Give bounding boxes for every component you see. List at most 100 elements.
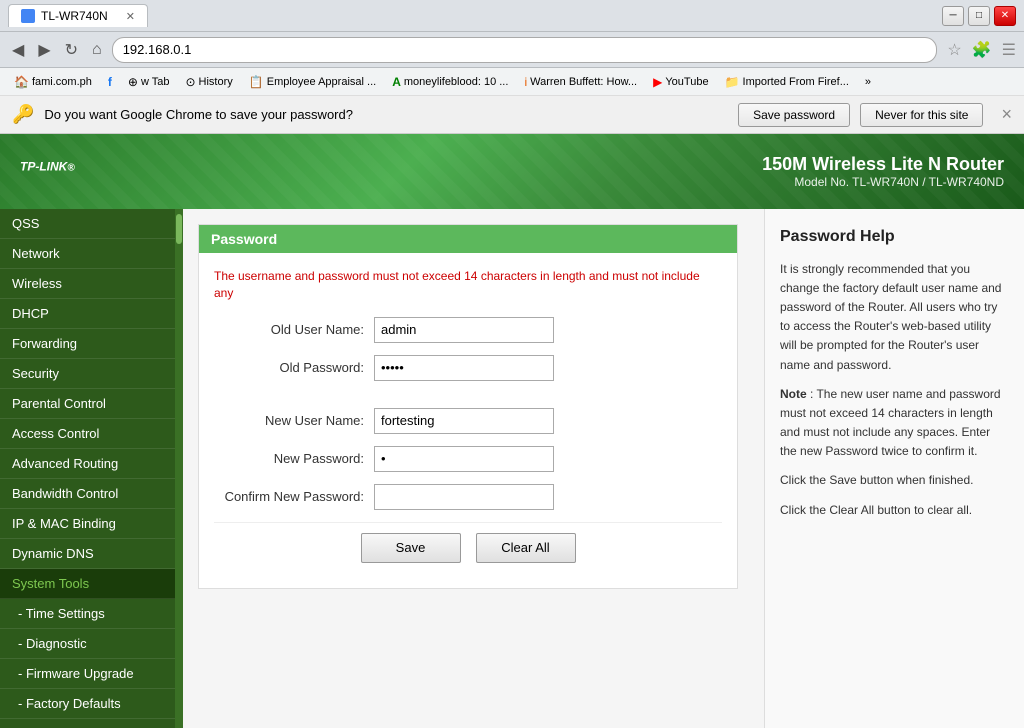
bookmark-label: Warren Buffett: How... <box>530 76 637 88</box>
bookmark-fb[interactable]: f <box>102 73 118 91</box>
scrollbar-thumb[interactable] <box>176 214 182 244</box>
sidebar-item-firmware[interactable]: - Firmware Upgrade <box>0 659 175 689</box>
sidebar-item-network[interactable]: Network <box>0 239 175 269</box>
router-page: TP-LINK® 150M Wireless Lite N Router Mod… <box>0 134 1024 728</box>
sidebar-item-time-settings[interactable]: - Time Settings <box>0 599 175 629</box>
bookmark-favicon: 🏠 <box>14 75 29 89</box>
bookmark-label: moneylifeblood: 10 ... <box>404 76 509 88</box>
sidebar-item-wireless[interactable]: Wireless <box>0 269 175 299</box>
bookmarks-bar: 🏠 fami.com.ph f ⊕ w Tab ⊙ History 📋 Empl… <box>0 68 1024 96</box>
old-username-label: Old User Name: <box>214 322 374 337</box>
address-bar[interactable] <box>112 37 938 63</box>
maximize-button[interactable]: □ <box>968 6 990 26</box>
old-password-input[interactable] <box>374 355 554 381</box>
new-username-group: New User Name: <box>214 408 722 434</box>
new-username-label: New User Name: <box>214 413 374 428</box>
forward-button[interactable]: ▶ <box>34 38 54 62</box>
sidebar-item-diagnostic[interactable]: - Diagnostic <box>0 629 175 659</box>
bookmark-more[interactable]: » <box>859 74 877 90</box>
help-panel: Password Help It is strongly recommended… <box>764 209 1024 728</box>
sidebar: QSS Network Wireless DHCP Forwarding Sec… <box>0 209 175 728</box>
help-clear-hint: Click the Clear All button to clear all. <box>780 501 1009 520</box>
password-save-banner: 🔑 Do you want Google Chrome to save your… <box>0 96 1024 134</box>
bookmark-label: w Tab <box>141 76 170 88</box>
sidebar-item-parental[interactable]: Parental Control <box>0 389 175 419</box>
save-password-button[interactable]: Save password <box>738 103 850 127</box>
save-button[interactable]: Save <box>361 533 461 563</box>
sidebar-item-backup[interactable]: - Backup & Restore <box>0 719 175 728</box>
window-controls: ─ □ ✕ <box>942 6 1016 26</box>
help-save-hint: Click the Save button when finished. <box>780 471 1009 490</box>
new-username-input[interactable] <box>374 408 554 434</box>
help-paragraph1: It is strongly recommended that you chan… <box>780 260 1009 375</box>
browser-tab[interactable]: TL-WR740N ✕ <box>8 4 148 27</box>
bookmark-label: Employee Appraisal ... <box>267 76 376 88</box>
sidebar-item-dynamic-dns[interactable]: Dynamic DNS <box>0 539 175 569</box>
bookmark-youtube[interactable]: ▶ YouTube <box>647 73 714 91</box>
sidebar-item-security[interactable]: Security <box>0 359 175 389</box>
bookmark-fami[interactable]: 🏠 fami.com.ph <box>8 73 98 91</box>
sidebar-item-factory[interactable]: - Factory Defaults <box>0 689 175 719</box>
banner-text: Do you want Google Chrome to save your p… <box>44 107 728 122</box>
banner-close-button[interactable]: × <box>1001 104 1012 125</box>
content-wrapper: QSS Network Wireless DHCP Forwarding Sec… <box>0 209 1024 728</box>
sidebar-item-advanced-routing[interactable]: Advanced Routing <box>0 449 175 479</box>
tab-title: TL-WR740N <box>41 9 108 23</box>
form-spacer <box>214 393 722 408</box>
bookmark-appraisal[interactable]: 📋 Employee Appraisal ... <box>243 73 382 91</box>
confirm-password-input[interactable] <box>374 484 554 510</box>
confirm-password-label: Confirm New Password: <box>214 489 374 504</box>
bookmark-newtab[interactable]: ⊕ w Tab <box>122 73 176 91</box>
sidebar-item-ip-mac[interactable]: IP & MAC Binding <box>0 509 175 539</box>
bookmark-imported[interactable]: 📁 Imported From Firef... <box>719 73 855 91</box>
old-username-group: Old User Name: <box>214 317 722 343</box>
menu-icon[interactable]: ☰ <box>1002 40 1016 60</box>
old-password-group: Old Password: <box>214 355 722 381</box>
new-password-group: New Password: <box>214 446 722 472</box>
bookmark-favicon: ▶ <box>653 75 662 89</box>
help-title: Password Help <box>780 224 1009 250</box>
bookmark-favicon: ⊕ <box>128 75 138 89</box>
sidebar-item-dhcp[interactable]: DHCP <box>0 299 175 329</box>
tab-favicon <box>21 9 35 23</box>
extensions-icon[interactable]: 🧩 <box>972 40 992 60</box>
bookmark-favicon: f <box>108 75 112 89</box>
router-model-info: 150M Wireless Lite N Router Model No. TL… <box>762 154 1004 189</box>
minimize-button[interactable]: ─ <box>942 6 964 26</box>
sidebar-item-system-tools[interactable]: System Tools <box>0 569 175 599</box>
new-password-label: New Password: <box>214 451 374 466</box>
nav-bar: ◀ ▶ ↻ ⌂ ☆ 🧩 ☰ <box>0 32 1024 68</box>
key-icon: 🔑 <box>12 104 34 125</box>
model-name: 150M Wireless Lite N Router <box>762 154 1004 175</box>
bookmark-star-icon[interactable]: ☆ <box>947 40 961 60</box>
bookmark-favicon: i <box>524 75 527 89</box>
warning-text: The username and password must not excee… <box>214 268 722 302</box>
sidebar-item-bandwidth[interactable]: Bandwidth Control <box>0 479 175 509</box>
bookmark-buffett[interactable]: i Warren Buffett: How... <box>518 73 643 91</box>
new-password-input[interactable] <box>374 446 554 472</box>
button-row: Save Clear All <box>214 522 722 573</box>
bookmark-favicon: ⊙ <box>185 75 195 89</box>
note-label: Note <box>780 387 807 401</box>
clear-all-button[interactable]: Clear All <box>476 533 576 563</box>
never-save-button[interactable]: Never for this site <box>860 103 983 127</box>
bookmark-money[interactable]: A moneylifeblood: 10 ... <box>386 73 514 91</box>
help-note: Note : The new user name and password mu… <box>780 385 1009 462</box>
router-header: TP-LINK® 150M Wireless Lite N Router Mod… <box>0 134 1024 209</box>
old-username-input[interactable] <box>374 317 554 343</box>
sidebar-item-qss[interactable]: QSS <box>0 209 175 239</box>
bookmark-history[interactable]: ⊙ History <box>179 73 238 91</box>
bookmark-favicon: A <box>392 75 401 89</box>
sidebar-item-forwarding[interactable]: Forwarding <box>0 329 175 359</box>
bookmark-label: fami.com.ph <box>32 76 92 88</box>
bookmark-label: » <box>865 76 871 88</box>
home-button[interactable]: ⌂ <box>88 39 106 61</box>
tab-close-button[interactable]: ✕ <box>126 10 135 23</box>
refresh-button[interactable]: ↻ <box>61 38 82 62</box>
bookmark-label: History <box>199 76 233 88</box>
sidebar-item-access-control[interactable]: Access Control <box>0 419 175 449</box>
bookmark-label: YouTube <box>665 76 708 88</box>
close-button[interactable]: ✕ <box>994 6 1016 26</box>
back-button[interactable]: ◀ <box>8 38 28 62</box>
sidebar-scrollbar[interactable] <box>175 209 183 728</box>
